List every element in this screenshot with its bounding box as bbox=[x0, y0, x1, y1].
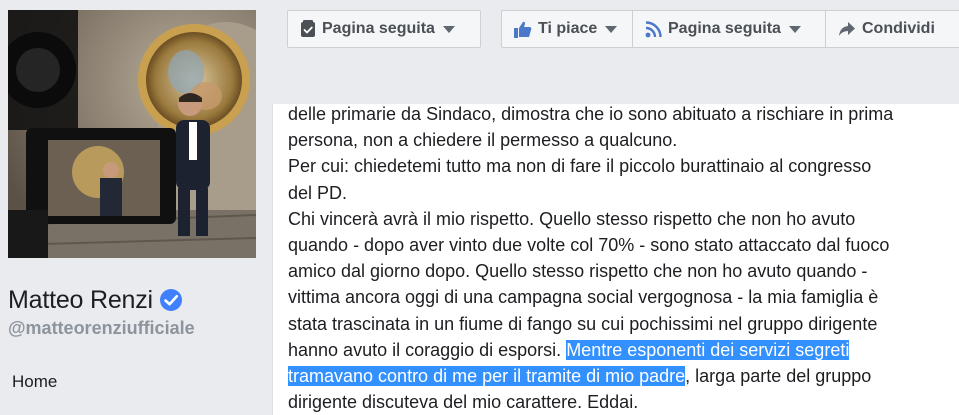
post-line: quando - dopo aver vinto due volte col 7… bbox=[288, 235, 890, 256]
post-line: delle primarie da Sindaco, dimostra che … bbox=[288, 104, 894, 124]
page-name-row: Matteo Renzi bbox=[8, 284, 183, 316]
post-line: stata trascinata in un fiume di fango su… bbox=[288, 313, 878, 334]
follow-button[interactable]: Pagina seguita bbox=[632, 10, 826, 48]
post-line: tramavano contro di me per il tramite di… bbox=[288, 363, 948, 389]
post-line: amico dal giorno dopo. Quello stesso ris… bbox=[288, 261, 868, 282]
page-followed-label: Pagina seguita bbox=[322, 20, 435, 37]
post-line-text: , larga parte del gruppo bbox=[685, 366, 872, 387]
verified-badge-icon bbox=[159, 288, 183, 312]
post-line: dirigente discuteva del mio carattere. E… bbox=[288, 392, 639, 413]
share-arrow-icon bbox=[838, 21, 856, 37]
post-line: vittima ancora oggi di una campagna soci… bbox=[288, 287, 879, 308]
like-button[interactable]: Ti piace bbox=[501, 10, 633, 48]
post-line: Chi vincerà avrà il mio rispetto. Quello… bbox=[288, 208, 856, 229]
left-column: Matteo Renzi @matteorenziufficiale Home bbox=[0, 0, 270, 415]
post-content: delle primarie da Sindaco, dimostra che … bbox=[272, 104, 959, 415]
post-line: del PD. bbox=[288, 182, 348, 203]
chevron-down-icon bbox=[788, 25, 801, 33]
post-line-text: hanno avuto il coraggio di esporsi. bbox=[288, 339, 567, 360]
post-line: hanno avuto il coraggio di esporsi. Ment… bbox=[288, 337, 948, 363]
like-label: Ti piace bbox=[538, 20, 598, 37]
profile-photo-image bbox=[8, 10, 256, 258]
share-button[interactable]: Condividi bbox=[825, 10, 959, 48]
post-text: delle primarie da Sindaco, dimostra che … bbox=[288, 101, 948, 415]
post-line: persona, non a chiedere il permesso a qu… bbox=[288, 130, 678, 151]
page-name[interactable]: Matteo Renzi bbox=[8, 286, 153, 315]
share-label: Condividi bbox=[862, 20, 935, 37]
selected-text: tramavano contro di me per il tramite di… bbox=[288, 366, 686, 387]
rss-icon bbox=[645, 20, 662, 38]
chevron-down-icon bbox=[442, 25, 455, 33]
selected-text: Mentre esponenti dei servizi segreti bbox=[566, 339, 850, 360]
post-line: Per cui: chiedetemi tutto ma non di fare… bbox=[288, 156, 872, 177]
follow-label: Pagina seguita bbox=[668, 20, 781, 37]
profile-photo[interactable] bbox=[8, 10, 256, 258]
chevron-down-icon bbox=[605, 25, 618, 33]
thumbs-up-icon bbox=[514, 21, 532, 38]
page-handle[interactable]: @matteorenziufficiale bbox=[8, 318, 195, 339]
page-followed-button[interactable]: Pagina seguita bbox=[287, 10, 481, 48]
sidebar-item-home[interactable]: Home bbox=[12, 372, 57, 392]
page-followed-icon bbox=[300, 20, 316, 38]
